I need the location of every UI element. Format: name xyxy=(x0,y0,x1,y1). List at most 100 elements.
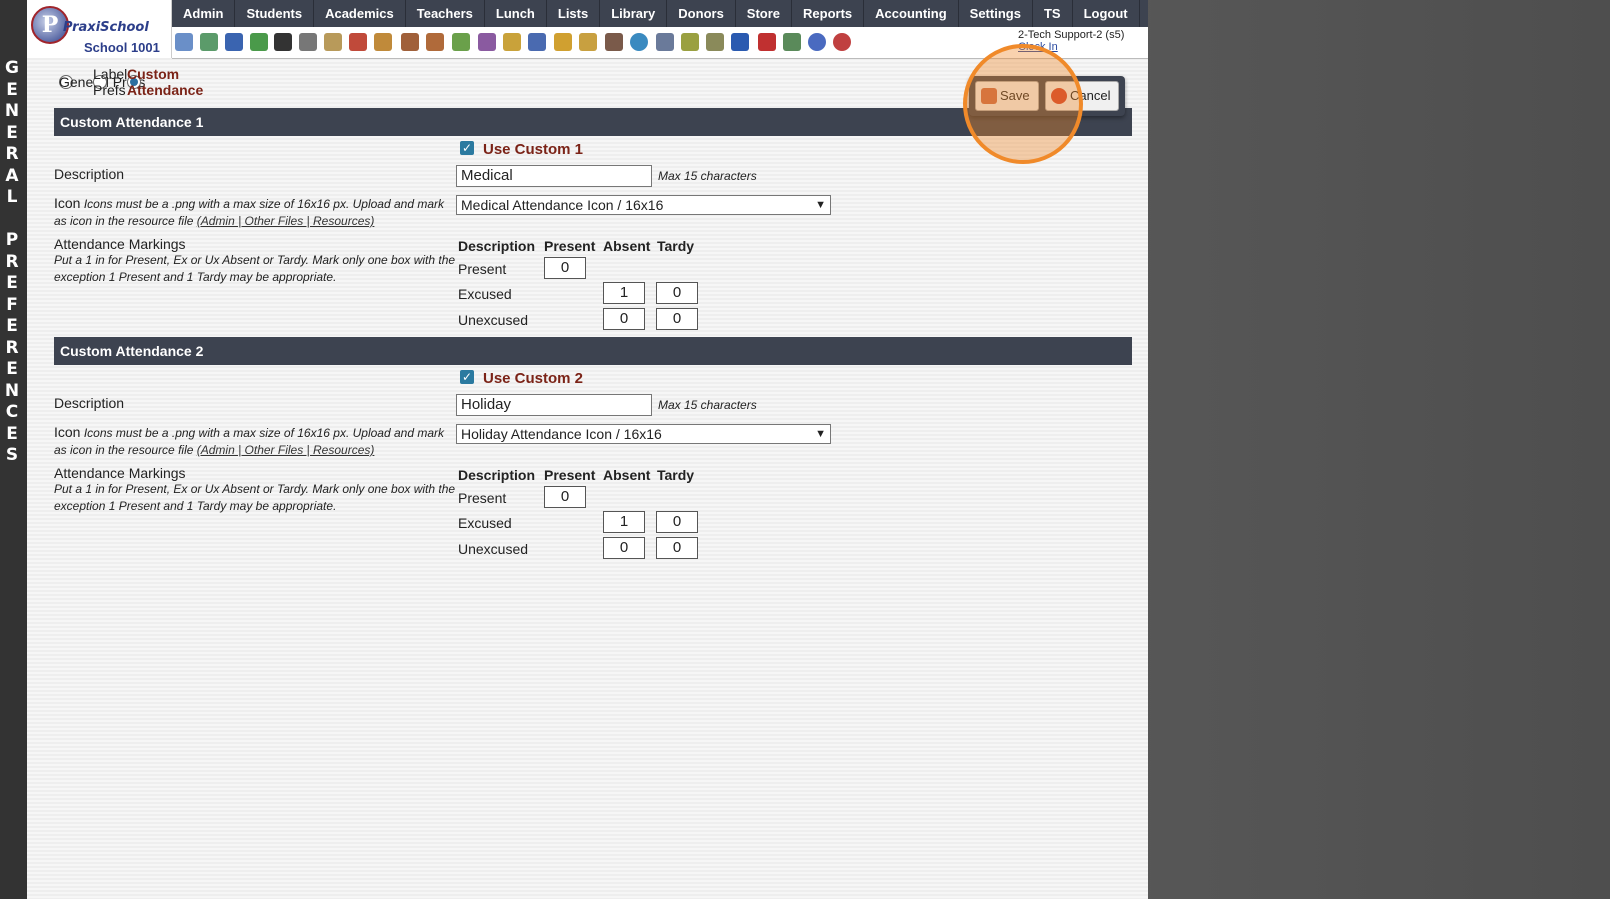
description-input[interactable]: Medical xyxy=(456,165,652,187)
calendar-icon[interactable] xyxy=(349,33,367,51)
row-excused: Excused xyxy=(458,515,512,531)
card-icon[interactable] xyxy=(681,33,699,51)
resources-link[interactable]: (Admin | Other Files | Resources) xyxy=(197,214,375,228)
menu-item-academics[interactable]: Academics xyxy=(314,0,406,27)
vertical-title-letter: L xyxy=(6,187,18,207)
teacher-icon[interactable] xyxy=(426,33,444,51)
vertical-title-letter: N xyxy=(4,101,20,121)
excused-absent-input[interactable]: 1 xyxy=(603,282,645,304)
logo[interactable]: P PraxiSchool School 1001 xyxy=(27,0,172,58)
menu-item-donors[interactable]: Donors xyxy=(667,0,736,27)
col-present: Present xyxy=(544,467,596,483)
vertical-title-letter: G xyxy=(5,58,19,78)
search-icon[interactable] xyxy=(175,33,193,51)
use-custom-label: Use Custom 1 xyxy=(483,141,584,158)
max-chars-note: Max 15 characters xyxy=(658,398,757,412)
money-icon[interactable] xyxy=(783,33,801,51)
menu-item-lunch[interactable]: Lunch xyxy=(485,0,547,27)
person-icon[interactable] xyxy=(605,33,623,51)
vertical-title-letter: R xyxy=(5,144,19,164)
menu-item-settings[interactable]: Settings xyxy=(959,0,1033,27)
row-present: Present xyxy=(458,490,507,506)
school-name: School 1001 xyxy=(84,40,160,55)
user-name: 2-Tech Support-2 (s5) xyxy=(1018,29,1125,41)
icon-label: Icon xyxy=(54,195,81,211)
menu-item-teachers[interactable]: Teachers xyxy=(406,0,485,27)
row-unexcused: Unexcused xyxy=(458,541,529,557)
vertical-title-letter: R xyxy=(5,337,19,358)
menu-item-reports[interactable]: Reports xyxy=(792,0,865,27)
chat-icon[interactable] xyxy=(250,33,268,51)
vertical-title-letter: E xyxy=(6,423,18,444)
printer-icon[interactable] xyxy=(706,33,724,51)
excused-tardy-input[interactable]: 0 xyxy=(656,282,698,304)
col-description: Description xyxy=(458,467,536,483)
col-absent: Absent xyxy=(603,467,651,483)
vertical-title-letter: S xyxy=(5,445,19,465)
menu-item-admin[interactable]: Admin xyxy=(172,0,236,27)
icon-select[interactable]: Medical Attendance Icon / 16x16 ▼ xyxy=(456,195,831,215)
unexcused-absent-input[interactable]: 0 xyxy=(603,308,645,330)
menu-item-store[interactable]: Store xyxy=(736,0,793,27)
tab-general-prefs[interactable]: General Prefs xyxy=(59,74,145,90)
vertical-title-letter: P xyxy=(5,230,19,250)
col-description: Description xyxy=(458,238,536,254)
grid-icon[interactable] xyxy=(200,33,218,51)
unexcused-tardy-input[interactable]: 0 xyxy=(656,537,698,559)
menu-item-ts[interactable]: TS xyxy=(1033,0,1073,27)
transfer-icon[interactable] xyxy=(579,33,597,51)
use-custom-checkbox[interactable]: ✓ xyxy=(460,370,474,384)
bell-icon[interactable] xyxy=(554,33,572,51)
use-custom-checkbox[interactable]: ✓ xyxy=(460,141,474,155)
chevron-down-icon: ▼ xyxy=(815,199,826,211)
markings-label: Attendance Markings xyxy=(54,465,186,481)
menu-item-library[interactable]: Library xyxy=(600,0,668,27)
tab-custom-label: Custom Attendance xyxy=(127,66,204,98)
col-tardy: Tardy xyxy=(657,467,695,483)
icon-note: Icon Icons must be a .png with a max siz… xyxy=(54,424,454,459)
help-icon[interactable] xyxy=(808,33,826,51)
ap-icon[interactable] xyxy=(731,33,749,51)
menu-item-logout[interactable]: Logout xyxy=(1073,0,1140,27)
pencil-icon[interactable] xyxy=(452,33,470,51)
section-header: Custom Attendance 2 xyxy=(54,337,1132,365)
clock-icon[interactable] xyxy=(630,33,648,51)
report-icon[interactable] xyxy=(324,33,342,51)
menu-item-lists[interactable]: Lists xyxy=(547,0,601,27)
resources-link[interactable]: (Admin | Other Files | Resources) xyxy=(197,443,375,457)
icon-select-value: Holiday Attendance Icon / 16x16 xyxy=(461,426,662,442)
description-input[interactable]: Holiday xyxy=(456,394,652,416)
vertical-title-letter: E xyxy=(6,79,18,100)
row-unexcused: Unexcused xyxy=(458,312,529,328)
vertical-page-title: GENERAL PREFERENCES xyxy=(0,58,24,467)
student-icon[interactable] xyxy=(401,33,419,51)
icon-label: Icon xyxy=(54,424,81,440)
row-excused: Excused xyxy=(458,286,512,302)
menu-item-accounting[interactable]: Accounting xyxy=(864,0,959,27)
table-icon[interactable] xyxy=(656,33,674,51)
present-input[interactable]: 0 xyxy=(544,257,586,279)
unexcused-tardy-input[interactable]: 0 xyxy=(656,308,698,330)
book-icon[interactable] xyxy=(528,33,546,51)
lunch-icon[interactable] xyxy=(503,33,521,51)
vertical-title-letter: E xyxy=(6,273,18,293)
speaker-icon[interactable] xyxy=(299,33,317,51)
group-icon[interactable] xyxy=(478,33,496,51)
logo-word: PraxiSchool xyxy=(63,20,149,35)
use-custom-label: Use Custom 2 xyxy=(483,370,584,387)
icon-select[interactable]: Holiday Attendance Icon / 16x16 ▼ xyxy=(456,424,831,444)
present-input[interactable]: 0 xyxy=(544,486,586,508)
pdf-icon[interactable] xyxy=(758,33,776,51)
power-icon[interactable] xyxy=(833,33,851,51)
excused-tardy-input[interactable]: 0 xyxy=(656,511,698,533)
tab-custom-attendance[interactable]: Custom Attendance xyxy=(127,66,203,98)
megaphone-icon[interactable] xyxy=(374,33,392,51)
menu-item-students[interactable]: Students xyxy=(235,0,315,27)
email-icon[interactable] xyxy=(225,33,243,51)
phone-icon[interactable] xyxy=(274,33,292,51)
excused-absent-input[interactable]: 1 xyxy=(603,511,645,533)
vertical-title-letter: R xyxy=(5,251,19,272)
tab-label-prefs[interactable]: Label Prefs xyxy=(93,66,127,98)
unexcused-absent-input[interactable]: 0 xyxy=(603,537,645,559)
vertical-title-letter: C xyxy=(5,402,19,422)
